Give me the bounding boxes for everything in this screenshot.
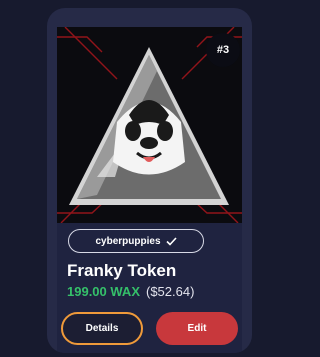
price-wax: 199.00 WAX bbox=[67, 284, 140, 299]
token-name: Franky Token bbox=[67, 261, 177, 280]
collection-tag[interactable]: cyberpuppies bbox=[68, 229, 204, 253]
collection-name: cyberpuppies bbox=[95, 235, 161, 247]
details-button[interactable]: Details bbox=[61, 312, 143, 345]
price-usd: ($52.64) bbox=[146, 284, 195, 299]
check-icon bbox=[165, 236, 177, 246]
price-row: 199.00 WAX ($52.64) bbox=[67, 284, 194, 299]
nft-card[interactable]: #3 cyberpuppies Franky Token 199.00 WAX (… bbox=[47, 8, 252, 353]
edit-button[interactable]: Edit bbox=[156, 312, 238, 345]
card-info: cyberpuppies Franky Token 199.00 WAX ($52… bbox=[57, 223, 242, 353]
nft-artwork[interactable]: #3 bbox=[57, 27, 242, 223]
rank-badge: #3 bbox=[206, 33, 240, 67]
